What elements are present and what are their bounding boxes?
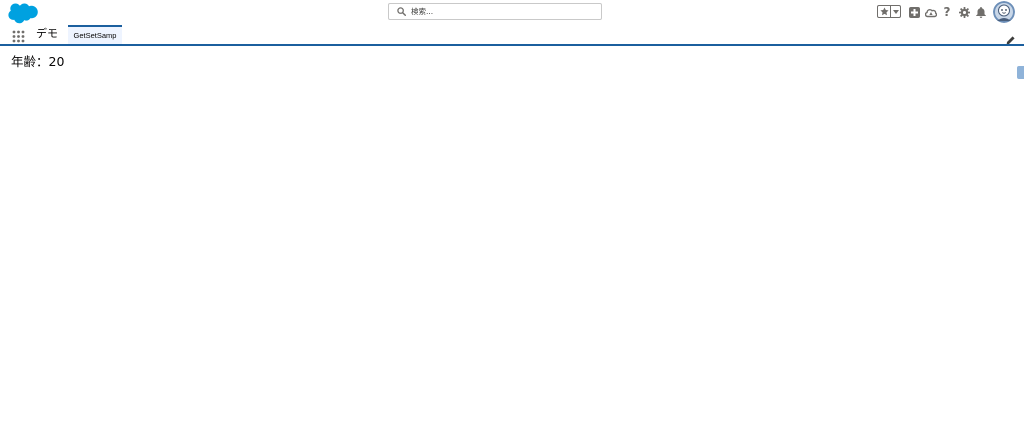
side-panel-toggle[interactable] [1017,66,1024,79]
global-search-input[interactable]: 検索... [388,3,602,20]
tab-label: GetSetSamp [73,31,117,40]
age-output-text: 年齢：20 [11,54,65,69]
tab-getsetsamp[interactable]: GetSetSamp [68,25,122,44]
app-launcher-button[interactable] [12,28,25,43]
nav-divider [0,44,1024,46]
star-icon [879,7,889,16]
edit-nav-items-button[interactable] [1006,30,1015,45]
gear-icon [958,6,970,18]
search-placeholder: 検索... [411,7,434,16]
help-button[interactable]: ? [941,6,953,18]
help-icon: ? [943,5,951,19]
favorites-button-group [877,5,901,18]
avatar-icon [993,1,1015,23]
bell-icon [976,6,986,18]
salesforce-logo[interactable] [7,2,40,24]
favorites-list-button[interactable] [891,6,900,17]
trailhead-icon [925,8,937,17]
notifications-button[interactable] [975,6,987,18]
global-actions-button[interactable] [908,6,920,18]
favorites-button[interactable] [878,6,891,17]
app-navigation-bar [0,24,1024,45]
plus-icon [908,6,920,18]
trailhead-button[interactable] [925,6,937,18]
chevron-down-icon [892,9,899,14]
search-icon [397,7,406,16]
app-name: デモ [36,27,58,40]
global-header: 検索... ? [0,0,1024,24]
waffle-icon [12,30,25,43]
user-avatar[interactable] [993,1,1015,23]
setup-button[interactable] [958,6,970,18]
